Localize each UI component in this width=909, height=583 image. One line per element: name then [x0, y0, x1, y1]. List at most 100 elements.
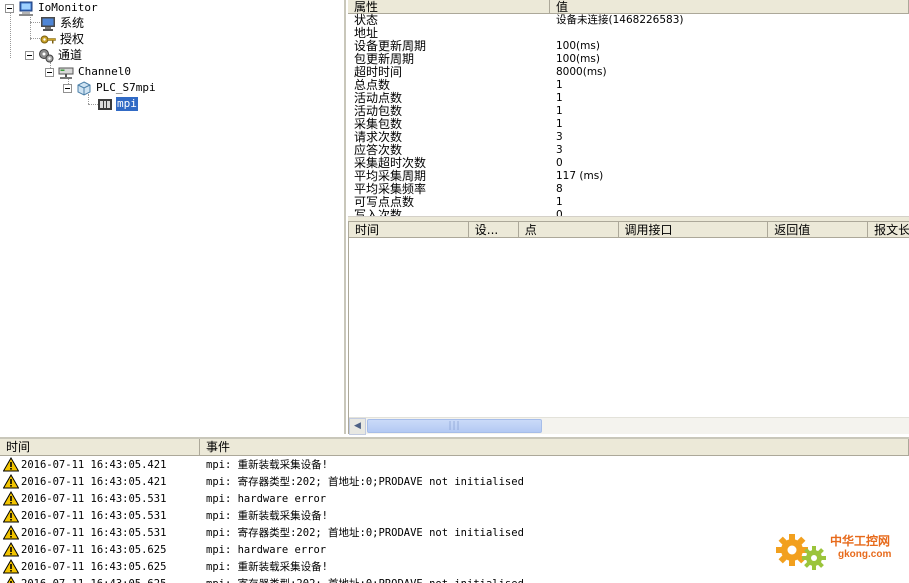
log-time: 2016-07-11 16:43:05.625 — [21, 578, 206, 583]
watermark-text: 中华工控网 — [830, 534, 891, 548]
property-row[interactable]: 设备更新周期 100(ms) — [348, 40, 909, 53]
tree-node-label: PLC_S7mpi — [96, 81, 156, 94]
tree-node-channel0[interactable]: Channel0 — [45, 64, 132, 80]
property-row[interactable]: 平均采集频率 8 — [348, 183, 909, 196]
property-value: 1 — [556, 79, 563, 91]
collapse-toggle[interactable] — [25, 50, 34, 60]
property-row[interactable]: 包更新周期 100(ms) — [348, 53, 909, 66]
collapse-toggle[interactable] — [5, 3, 14, 13]
tree-node-label: 授权 — [60, 32, 85, 46]
column-header-event[interactable]: 事件 — [200, 439, 909, 455]
property-value: 100(ms) — [556, 53, 600, 65]
tree-node-iomonitor[interactable]: IoMonitor — [5, 0, 99, 16]
log-row[interactable]: 2016-07-11 16:43:05.421 mpi: 重新装载采集设备! — [0, 456, 909, 473]
property-row[interactable]: 请求次数 3 — [348, 131, 909, 144]
property-value: 1 — [556, 92, 563, 104]
warning-icon — [3, 508, 19, 523]
gears-icon — [39, 48, 54, 62]
property-value: 0 — [556, 209, 563, 216]
log-event: mpi: 重新装载采集设备! — [206, 510, 328, 522]
warning-icon — [3, 542, 19, 557]
property-row[interactable]: 采集包数 1 — [348, 118, 909, 131]
network-device-icon — [58, 67, 74, 79]
column-header-interface[interactable]: 调用接口 — [619, 222, 769, 237]
tree-node-label: 系统 — [60, 16, 85, 30]
grip-icon: ||| — [448, 421, 461, 431]
log-event: mpi: 寄存器类型:202; 首地址:0;PRODAVE not initia… — [206, 576, 524, 583]
property-value: 3 — [556, 144, 563, 156]
property-row[interactable]: 活动点数 1 — [348, 92, 909, 105]
device-icon — [98, 98, 112, 110]
log-time: 2016-07-11 16:43:05.531 — [21, 526, 167, 539]
column-header-time[interactable]: 时间 — [0, 439, 200, 455]
request-list-header: 时间 设... 点 调用接口 返回值 报文长 — [349, 222, 909, 238]
column-header-message-length[interactable]: 报文长 — [868, 222, 909, 237]
property-row[interactable]: 地址 — [348, 27, 909, 40]
watermark: 中华工控网 gkong.com — [772, 522, 902, 578]
tree-connector — [10, 12, 11, 58]
property-value: 100(ms) — [556, 40, 600, 52]
cube-icon — [77, 80, 91, 96]
tree-node-license[interactable]: 授权 — [40, 31, 85, 47]
log-event: mpi: 寄存器类型:202; 首地址:0;PRODAVE not initia… — [206, 476, 524, 488]
tree-node-label: mpi — [115, 96, 139, 112]
log-time: 2016-07-11 16:43:05.625 — [21, 560, 167, 573]
collapse-toggle[interactable] — [45, 67, 54, 77]
warning-icon — [3, 474, 19, 489]
log-event: mpi: 重新装载采集设备! — [206, 459, 328, 471]
property-row[interactable]: 状态 设备未连接(1468226583) — [348, 14, 909, 27]
property-row[interactable]: 写入次数 0 — [348, 208, 909, 217]
property-row[interactable]: 活动包数 1 — [348, 105, 909, 118]
event-log-header: 时间 事件 — [0, 439, 909, 456]
log-event: mpi: hardware error — [206, 543, 327, 556]
property-row[interactable]: 平均采集周期 117 (ms) — [348, 170, 909, 183]
watermark-url: gkong.com — [838, 549, 892, 560]
property-value: 8000(ms) — [556, 66, 607, 78]
warning-icon — [6, 576, 16, 583]
monitor-icon — [41, 16, 55, 31]
scroll-thumb[interactable]: ||| — [367, 419, 542, 433]
tree-connector — [30, 22, 40, 23]
collapse-toggle[interactable] — [63, 83, 72, 93]
property-value: 8 — [556, 183, 563, 195]
tree-node-mpi[interactable]: mpi — [97, 96, 139, 112]
property-name: 状态 — [354, 13, 379, 27]
tree-node-plc[interactable]: PLC_S7mpi — [63, 80, 157, 96]
properties-header: 属性 值 — [348, 0, 909, 14]
column-header-time[interactable]: 时间 — [349, 222, 469, 237]
column-header-point[interactable]: 点 — [519, 222, 619, 237]
column-header-return-value[interactable]: 返回值 — [768, 222, 869, 237]
log-time: 2016-07-11 16:43:05.421 — [21, 458, 167, 471]
property-row[interactable]: 超时时间 8000(ms) — [348, 66, 909, 79]
log-event: mpi: hardware error — [206, 492, 327, 505]
request-list[interactable]: 时间 设... 点 调用接口 返回值 报文长 ◀ ||| — [348, 222, 909, 435]
tree-connector — [30, 38, 40, 39]
log-event: mpi: 重新装载采集设备! — [206, 561, 328, 573]
tree-node-channels[interactable]: 通道 — [25, 47, 83, 63]
device-tree[interactable]: IoMonitor 系统 授权 通道 Channel0 PLC_S7mpi mp… — [0, 0, 346, 434]
property-row[interactable]: 可写点点数 1 — [348, 196, 909, 209]
column-header-device[interactable]: 设... — [469, 222, 519, 237]
log-time: 2016-07-11 16:43:05.625 — [21, 543, 167, 556]
tree-node-label: Channel0 — [78, 65, 131, 78]
scroll-left-button[interactable]: ◀ — [349, 417, 366, 435]
property-value: 设备未连接(1468226583) — [556, 14, 684, 26]
property-row[interactable]: 总点数 1 — [348, 79, 909, 92]
column-header-attribute[interactable]: 属性 — [348, 0, 550, 14]
log-time: 2016-07-11 16:43:05.531 — [21, 492, 167, 505]
property-value: 117 (ms) — [556, 170, 604, 182]
property-row[interactable]: 采集超时次数 0 — [348, 157, 909, 170]
tree-node-label: IoMonitor — [38, 1, 98, 14]
property-row[interactable]: 应答次数 3 — [348, 144, 909, 157]
column-header-value[interactable]: 值 — [550, 0, 909, 14]
property-name: 写入次数 — [354, 208, 403, 217]
property-value: 3 — [556, 131, 563, 143]
horizontal-scrollbar[interactable]: ◀ ||| — [349, 417, 909, 435]
log-row[interactable]: 2016-07-11 16:43:05.421 mpi: 寄存器类型:202; 首… — [0, 473, 909, 490]
properties-grid[interactable]: 属性 值 状态 设备未连接(1468226583) 地址 设备更新周期 100(ms) 包… — [348, 0, 909, 216]
warning-icon — [3, 525, 19, 540]
chevron-left-icon: ◀ — [354, 421, 361, 431]
log-row[interactable]: 2016-07-11 16:43:05.531 mpi: hardware err… — [0, 490, 909, 507]
tree-node-system[interactable]: 系统 — [40, 15, 85, 31]
warning-icon — [3, 491, 19, 506]
